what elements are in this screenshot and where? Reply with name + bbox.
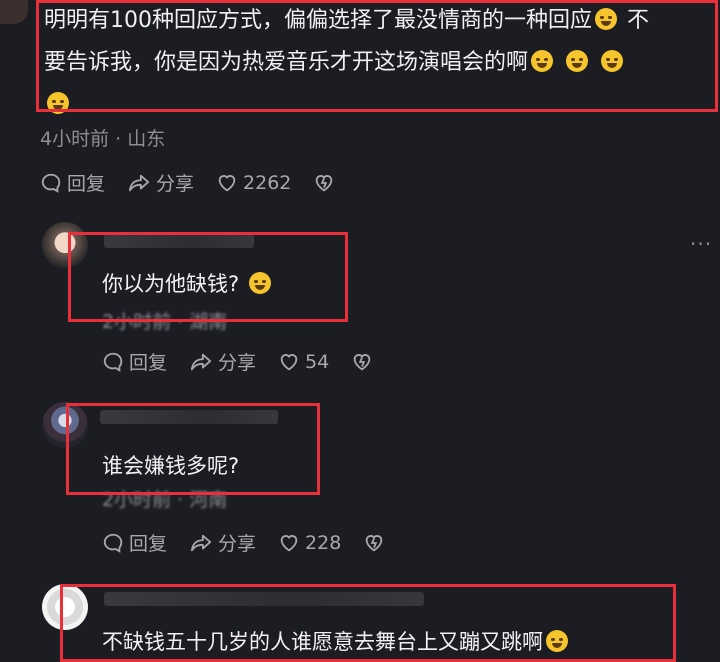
highlight-box-reply-3 (60, 584, 676, 662)
reply-button[interactable]: 回复 (40, 169, 105, 196)
highlight-box-reply-2 (66, 403, 320, 495)
comment-icon (103, 533, 123, 553)
share-button[interactable]: 分享 (189, 348, 256, 375)
share-button[interactable]: 分享 (189, 529, 256, 556)
dislike-heart-icon (353, 353, 371, 370)
reply-button[interactable]: 回复 (102, 348, 167, 375)
dislike-heart-icon (366, 534, 383, 551)
comment-icon (103, 352, 123, 372)
main-comment-meta: 4小时前 · 山东 (40, 128, 166, 150)
highlight-box-main (36, 0, 718, 112)
dislike-button[interactable] (351, 351, 378, 373)
reply-actions: 回复 分享 54 (102, 348, 400, 375)
more-button[interactable]: ··· (690, 232, 712, 256)
reply-actions: 回复 分享 228 (102, 529, 412, 556)
dislike-button[interactable] (363, 532, 390, 554)
like-button[interactable]: 228 (278, 532, 341, 554)
dislike-button[interactable] (313, 172, 340, 194)
dislike-heart-icon (316, 174, 333, 191)
comment-icon (41, 173, 61, 193)
share-button[interactable]: 分享 (127, 169, 194, 196)
heart-icon (218, 174, 236, 191)
heart-icon (280, 353, 298, 370)
like-button[interactable]: 2262 (216, 172, 291, 194)
heart-icon (280, 534, 298, 551)
reply-button[interactable]: 回复 (102, 529, 167, 556)
share-icon (190, 534, 212, 551)
more-icon: ··· (690, 232, 713, 256)
share-icon (128, 174, 150, 191)
main-comment-actions: 回复 分享 2262 (40, 169, 362, 196)
top-avatar-partial[interactable] (0, 0, 28, 24)
highlight-box-reply-1 (68, 232, 348, 322)
like-button[interactable]: 54 (278, 351, 329, 373)
share-icon (190, 353, 212, 370)
